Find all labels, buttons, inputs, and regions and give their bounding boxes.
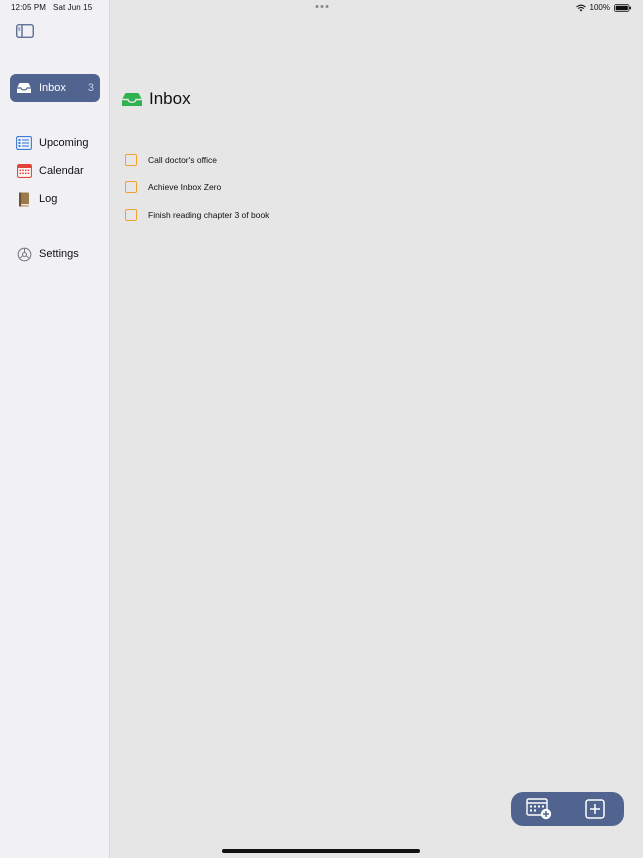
task-checkbox[interactable] [125,181,137,193]
sidebar-item-settings[interactable]: Settings [10,240,100,268]
inbox-tray-icon [16,80,32,96]
sidebar-toggle-icon[interactable] [16,24,34,38]
sidebar-item-label: Inbox [39,82,66,94]
page-title: Inbox [121,89,191,109]
battery-icon [614,3,631,12]
sidebar-item-inbox[interactable]: Inbox 3 [10,74,100,102]
sidebar-item-label: Calendar [39,165,84,177]
main-content: 100% Inbox Call doctor's office Achieve … [111,0,643,858]
wifi-icon [575,4,586,11]
add-task-button[interactable] [567,792,623,826]
battery-percent: 100% [589,3,610,12]
floating-action-bar [511,792,624,826]
task-label: Achieve Inbox Zero [148,182,222,192]
task-row[interactable]: Call doctor's office [125,153,217,167]
upcoming-list-icon [16,135,32,151]
schedule-task-button[interactable] [511,792,567,826]
task-row[interactable]: Finish reading chapter 3 of book [125,208,269,222]
status-date: Sat Jun 15 [53,3,93,12]
calendar-icon [16,163,32,179]
status-time: 12:05 PM Sat Jun 15 [11,3,92,12]
calendar-add-icon [526,798,552,820]
sidebar-item-calendar[interactable]: Calendar [10,157,100,185]
page-title-text: Inbox [149,89,191,108]
inbox-count-badge: 3 [87,82,94,94]
gear-icon [16,246,32,262]
status-clock: 12:05 PM [11,3,47,12]
sidebar: 12:05 PM Sat Jun 15 Inbox 3 Upcoming Cal… [0,0,110,858]
sidebar-item-label: Log [39,193,58,205]
task-label: Finish reading chapter 3 of book [148,210,270,220]
task-row[interactable]: Achieve Inbox Zero [125,180,221,194]
book-icon [16,191,32,207]
sidebar-item-upcoming[interactable]: Upcoming [10,129,100,157]
task-label: Call doctor's office [148,155,218,165]
sidebar-item-log[interactable]: Log [10,185,100,213]
task-checkbox[interactable] [125,154,137,166]
multitasking-dots-icon[interactable] [315,4,329,9]
inbox-tray-icon [122,92,142,106]
home-indicator [222,849,420,853]
sidebar-item-label: Upcoming [39,137,89,149]
plus-square-icon [585,799,605,819]
sidebar-item-label: Settings [39,248,79,260]
status-right: 100% [575,3,632,12]
task-checkbox[interactable] [125,209,137,221]
